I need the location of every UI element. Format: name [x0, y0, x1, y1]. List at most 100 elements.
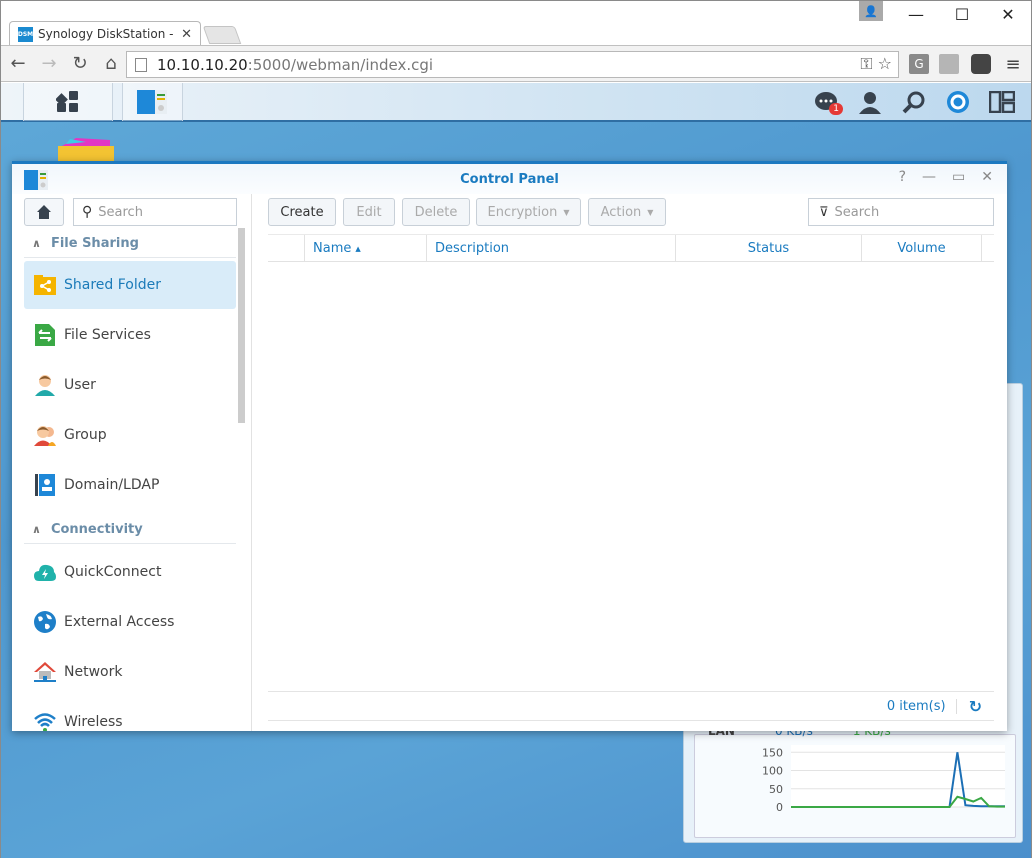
back-icon[interactable]: ←: [4, 53, 32, 74]
chevron-up-icon: ∧: [32, 523, 41, 536]
table-footer: 0 item(s) ↻: [268, 691, 994, 721]
item-label: Group: [64, 427, 107, 443]
search-placeholder: Search: [98, 204, 143, 220]
delete-button[interactable]: Delete: [402, 198, 470, 226]
extension-g-icon[interactable]: G: [909, 54, 929, 74]
tab-title: Synology DiskStation - DSM: [38, 27, 175, 41]
section-connectivity[interactable]: ∧ Connectivity: [32, 522, 143, 537]
column-label: Description: [435, 241, 510, 256]
sidebar-item-wireless[interactable]: Wireless: [24, 698, 236, 731]
sidebar-item-user[interactable]: User: [24, 361, 236, 409]
edit-button[interactable]: Edit: [343, 198, 395, 226]
bookmark-star-icon[interactable]: ☆: [878, 54, 892, 73]
search-icon: ⚲: [82, 204, 93, 220]
plot-area: [791, 745, 1005, 807]
chevron-up-icon: ∧: [32, 237, 41, 250]
apps-grid-icon: [56, 91, 78, 112]
sidebar-item-domain-ldap[interactable]: Domain/LDAP: [24, 461, 236, 509]
action-label: Action: [600, 204, 642, 220]
refresh-icon[interactable]: ↻: [969, 697, 982, 716]
divider: [24, 257, 236, 258]
section-file-sharing[interactable]: ∧ File Sharing: [32, 236, 139, 251]
page-icon: [135, 57, 147, 72]
caret-down-icon: ▼: [563, 207, 570, 217]
sidebar-item-network[interactable]: Network: [24, 648, 236, 696]
control-panel-icon: [24, 170, 48, 190]
taskbar-control-panel[interactable]: [122, 83, 183, 121]
column-status[interactable]: Status: [675, 235, 861, 262]
extension-copy-icon[interactable]: [939, 54, 959, 74]
browser-tab[interactable]: DSM Synology DiskStation - DSM ✕: [9, 21, 201, 46]
search-icon[interactable]: [899, 89, 929, 115]
dsm-taskbar: 1: [1, 83, 1031, 122]
wifi-icon: [34, 713, 56, 731]
y-tick-label: 0: [776, 801, 783, 814]
encryption-dropdown[interactable]: Encryption ▼: [476, 198, 581, 226]
address-bar[interactable]: 10.10.10.20 :5000/webman/index.cgi ⚿ ☆: [126, 51, 899, 78]
browser-titlebar: DSM Synology DiskStation - DSM ✕ 👤 — ☐ ✕: [1, 1, 1031, 46]
domain-ldap-icon: [35, 474, 55, 496]
maximize-icon[interactable]: ☐: [939, 1, 985, 31]
main-menu-button[interactable]: [23, 83, 113, 121]
sidebar-scrollbar[interactable]: [238, 228, 245, 423]
new-tab-button[interactable]: [202, 26, 242, 44]
column-label: Status: [747, 241, 790, 256]
menu-icon[interactable]: ≡: [1003, 54, 1023, 75]
close-tab-icon[interactable]: ✕: [181, 27, 192, 42]
dsm-desktop: 1 0 50 100 150 LAN 0 KB/s 1 KB/s Control Pa…: [1, 83, 1031, 858]
item-label: External Access: [64, 614, 175, 630]
y-tick-label: 150: [762, 746, 783, 759]
sidebar-item-external-access[interactable]: External Access: [24, 598, 236, 646]
minimize-icon[interactable]: —: [922, 169, 936, 185]
close-window-icon[interactable]: ✕: [985, 1, 1031, 31]
column-checkbox: [268, 235, 304, 262]
sidebar-item-shared-folder[interactable]: Shared Folder: [24, 261, 236, 309]
shared-folder-icon: [34, 275, 56, 295]
help-icon[interactable]: ?: [899, 169, 906, 185]
home-icon[interactable]: ⌂: [97, 53, 125, 74]
user-menu-icon[interactable]: [855, 89, 885, 115]
sidebar-search-input[interactable]: ⚲ Search: [73, 198, 237, 226]
network-chart: 0 50 100 150: [762, 745, 1005, 814]
reload-icon[interactable]: ↻: [66, 53, 94, 74]
notifications-icon[interactable]: 1: [811, 89, 843, 115]
item-label: QuickConnect: [64, 564, 162, 580]
profile-icon[interactable]: 👤: [859, 1, 883, 21]
column-volume[interactable]: Volume: [861, 235, 982, 262]
sidebar-item-group[interactable]: Group: [24, 411, 236, 459]
minimize-icon[interactable]: —: [893, 1, 939, 31]
create-button[interactable]: Create: [268, 198, 336, 226]
divider: [24, 543, 236, 544]
window-header[interactable]: Control Panel ? — ▭ ✕: [12, 164, 1007, 194]
maximize-icon[interactable]: ▭: [952, 169, 965, 185]
sidebar-item-quickconnect[interactable]: QuickConnect: [24, 548, 236, 596]
home-icon: [37, 205, 51, 219]
network-icon: [34, 662, 56, 682]
widgets-icon[interactable]: [987, 89, 1017, 115]
file-station-desktop-icon[interactable]: [56, 138, 116, 163]
forward-icon[interactable]: →: [35, 53, 63, 74]
encryption-label: Encryption: [487, 204, 558, 220]
home-button[interactable]: [24, 198, 64, 226]
column-label: Name: [313, 241, 352, 256]
sort-asc-icon: ▲: [355, 244, 361, 253]
item-count: 0 item(s): [887, 698, 957, 714]
browser-toolbar: ← → ↻ ⌂ 10.10.10.20 :5000/webman/index.c…: [1, 45, 1031, 82]
close-icon[interactable]: ✕: [981, 169, 993, 185]
file-services-icon: [35, 324, 55, 346]
key-icon[interactable]: ⚿: [860, 54, 872, 73]
filter-search-input[interactable]: ⊽ Search: [808, 198, 994, 226]
sidebar-item-file-services[interactable]: File Services: [24, 311, 236, 359]
filter-icon: ⊽: [819, 204, 829, 220]
action-dropdown[interactable]: Action ▼: [588, 198, 666, 226]
column-description[interactable]: Description: [426, 235, 675, 262]
section-label: Connectivity: [50, 522, 143, 537]
globe-icon: [34, 611, 56, 633]
section-label: File Sharing: [50, 236, 139, 251]
item-label: Wireless: [64, 714, 123, 730]
shared-folder-pane: Create Edit Delete Encryption ▼ Action ▼ ⊽…: [268, 194, 995, 731]
extension-shield-icon[interactable]: [971, 54, 991, 74]
column-name[interactable]: Name ▲: [304, 235, 426, 262]
table-header: Name ▲ Description Status Volume: [268, 234, 994, 262]
resource-monitor-icon[interactable]: [943, 89, 973, 115]
